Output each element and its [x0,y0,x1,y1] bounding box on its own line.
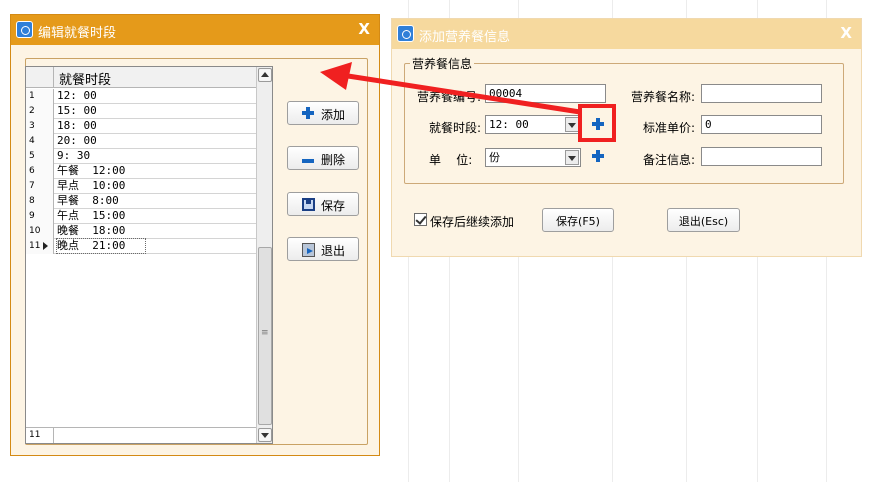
annotation-arrow [320,62,581,115]
